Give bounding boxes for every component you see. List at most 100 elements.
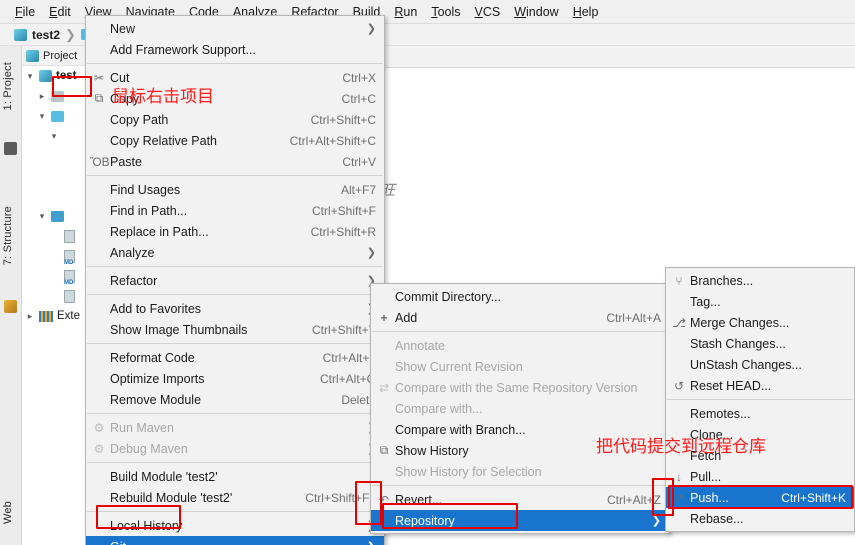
tree-row-blank-1 <box>22 146 91 166</box>
push-icon: ↗ <box>673 490 685 505</box>
git-submenu[interactable]: Commit Directory... + Add Ctrl+Alt+A Annotat… <box>370 283 670 534</box>
menu-item-shortcut: Ctrl+Shift+F <box>311 203 376 218</box>
repo-remotes[interactable]: Remotes... <box>666 403 854 424</box>
menu-item-label: Optimize Imports <box>110 371 205 386</box>
favorites-icon[interactable] <box>4 142 17 155</box>
ctx-git[interactable]: Git❯ <box>86 536 384 545</box>
tree-row-java[interactable] <box>22 206 91 226</box>
ctx-local-history[interactable]: Local History❯ <box>86 515 384 536</box>
repo-branches[interactable]: ⑂ Branches... <box>666 270 854 291</box>
repo-stash-changes[interactable]: Stash Changes... <box>666 333 854 354</box>
chevron-right-icon[interactable] <box>24 311 36 322</box>
menu-item-label: Refactor <box>110 273 158 288</box>
ctx-new[interactable]: New ❯ <box>86 18 384 39</box>
menu-separator <box>87 413 383 414</box>
ctx-add-to-favorites[interactable]: Add to Favorites❯ <box>86 298 384 319</box>
tree-root-label[interactable]: test <box>56 70 76 82</box>
chevron-down-icon[interactable] <box>24 71 36 82</box>
project-view-icon <box>26 49 39 62</box>
tree-row-file-1[interactable] <box>22 226 91 246</box>
breadcrumb-project[interactable]: test2 <box>32 28 60 42</box>
repo-push[interactable]: ↗ Push... Ctrl+Shift+K <box>666 487 854 508</box>
repo-unstash-changes[interactable]: UnStash Changes... <box>666 354 854 375</box>
git-commit-directory[interactable]: Commit Directory... <box>371 286 669 307</box>
left-tool-strip: 1: Project 7: Structure Web <box>0 46 22 545</box>
tree-row-external-libraries[interactable]: Exte <box>22 306 91 326</box>
repo-merge-changes[interactable]: ⎇ Merge Changes... <box>666 312 854 333</box>
breadcrumb-separator-icon: ❯ <box>65 26 76 42</box>
chevron-down-icon[interactable] <box>36 111 48 122</box>
tree-row-blank-2 <box>22 166 91 186</box>
tree-row-main[interactable] <box>22 126 91 146</box>
git-revert[interactable]: ↶ Revert... Ctrl+Alt+Z <box>371 489 669 510</box>
menu-item-shortcut: Ctrl+Shift+C <box>310 112 376 127</box>
menu-separator <box>87 63 383 64</box>
ctx-reformat-code[interactable]: Reformat Code Ctrl+Alt+L <box>86 347 384 368</box>
menu-vcs[interactable]: VCS <box>468 3 508 21</box>
ctx-copy-path[interactable]: Copy Path Ctrl+Shift+C <box>86 109 384 130</box>
chevron-down-icon[interactable] <box>36 211 48 222</box>
menu-run[interactable]: Run <box>387 3 424 21</box>
ctx-rebuild-module-test2[interactable]: Rebuild Module 'test2' Ctrl+Shift+F9 <box>86 487 384 508</box>
markdown-file-icon <box>64 269 75 286</box>
menu-item-label: Rebuild Module 'test2' <box>110 490 233 505</box>
sidebar-item-web[interactable]: Web <box>2 501 14 524</box>
menu-item-label: Remotes... <box>690 406 751 421</box>
repo-pull[interactable]: ↓ Pull... <box>666 466 854 487</box>
tree-row-file-2[interactable] <box>22 246 91 266</box>
menu-item-label: Compare with... <box>395 401 483 416</box>
menu-file[interactable]: File <box>8 3 42 21</box>
tree-row-idea[interactable] <box>22 86 91 106</box>
annotation-push-to-remote: 把代码提交到远程仓库 <box>596 437 766 457</box>
tree-row-src[interactable] <box>22 106 91 126</box>
compare-icon: ⇄ <box>378 380 390 395</box>
ctx-refactor[interactable]: Refactor ❯ <box>86 270 384 291</box>
ctx-find-usages[interactable]: Find Usages Alt+F7 <box>86 179 384 200</box>
menu-tools[interactable]: Tools <box>424 3 467 21</box>
menu-item-shortcut: Ctrl+Shift+F9 <box>305 490 376 505</box>
menu-item-label: Annotate <box>395 338 446 353</box>
menu-item-label: Show History for Selection <box>395 464 542 479</box>
ctx-find-in-path[interactable]: Find in Path... Ctrl+Shift+F <box>86 200 384 221</box>
chevron-down-icon[interactable] <box>48 131 60 142</box>
ctx-paste[interactable]: ὌB Paste Ctrl+V <box>86 151 384 172</box>
ctx-optimize-imports[interactable]: Optimize Imports Ctrl+Alt+O <box>86 368 384 389</box>
chevron-right-icon[interactable] <box>36 91 48 102</box>
menu-item-shortcut: Ctrl+C <box>341 91 376 106</box>
git-compare-with-the-same-repository-version: ⇄ Compare with the Same Repository Versio… <box>371 377 669 398</box>
ctx-remove-module[interactable]: Remove Module Delete <box>86 389 384 410</box>
tree-external-label[interactable]: Exte <box>57 310 80 322</box>
menu-help[interactable]: Help <box>566 3 606 21</box>
ctx-analyze[interactable]: Analyze ❯ <box>86 242 384 263</box>
repo-tag[interactable]: Tag... <box>666 291 854 312</box>
git-add[interactable]: + Add Ctrl+Alt+A <box>371 307 669 328</box>
tree-row-file-3[interactable] <box>22 266 91 286</box>
sidebar-item-project[interactable]: 1: Project <box>2 62 14 110</box>
maven-icon[interactable] <box>4 300 17 313</box>
git-repository[interactable]: Repository ❯ <box>371 510 669 531</box>
menu-item-shortcut: Ctrl+Shift+R <box>310 224 376 239</box>
menu-item-label: Commit Directory... <box>395 289 502 304</box>
repo-rebase[interactable]: Rebase... <box>666 508 854 529</box>
tree-row-root[interactable]: test <box>22 66 91 86</box>
ctx-build-module-test2[interactable]: Build Module 'test2' <box>86 466 384 487</box>
ctx-copy-relative-path[interactable]: Copy Relative Path Ctrl+Alt+Shift+C <box>86 130 384 151</box>
ctx-replace-in-path[interactable]: Replace in Path... Ctrl+Shift+R <box>86 221 384 242</box>
menu-item-label: Analyze <box>110 245 155 260</box>
menu-edit[interactable]: Edit <box>42 3 78 21</box>
ctx-show-image-thumbnails[interactable]: Show Image Thumbnails Ctrl+Shift+T <box>86 319 384 340</box>
menu-item-label: Rebase... <box>690 511 744 526</box>
menu-item-label: Copy Path <box>110 112 169 127</box>
ctx-add-framework-support[interactable]: Add Framework Support... <box>86 39 384 60</box>
menu-item-shortcut: Ctrl+Alt+L <box>322 350 376 365</box>
menu-item-label: Push... <box>690 490 729 505</box>
menu-window[interactable]: Window <box>507 3 565 21</box>
menu-item-shortcut: Ctrl+Alt+A <box>606 310 661 325</box>
reset-icon: ↺ <box>673 378 685 393</box>
sidebar-item-structure[interactable]: 7: Structure <box>2 206 14 265</box>
menu-separator <box>87 175 383 176</box>
repo-reset-head[interactable]: ↺ Reset HEAD... <box>666 375 854 396</box>
repository-submenu[interactable]: ⑂ Branches... Tag... ⎇ Merge Changes... Stash… <box>665 267 855 532</box>
tree-row-file-4[interactable] <box>22 286 91 306</box>
submenu-arrow-icon: ❯ <box>357 540 376 545</box>
